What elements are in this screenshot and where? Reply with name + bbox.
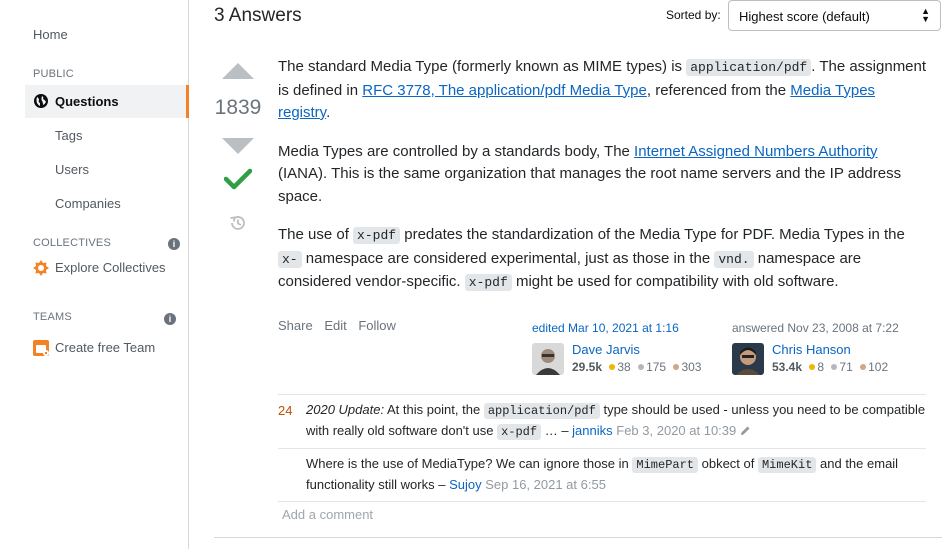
silver-badge-count: 71 (839, 360, 853, 374)
comment-user-link[interactable]: Sujoy (449, 477, 482, 492)
history-icon[interactable] (228, 213, 248, 233)
edited-date-link[interactable]: edited Mar 10, 2021 at 1:16 (532, 321, 679, 335)
inline-code: x- (278, 250, 302, 268)
text: Where is the use of MediaType? We can ig… (306, 456, 633, 471)
upvote-arrow-icon[interactable] (222, 63, 254, 79)
gold-badge-count: 8 (817, 360, 825, 374)
nav-create-team[interactable]: Create free Team (55, 340, 155, 355)
answer-paragraph: The use of x-pdf predates the standardiz… (278, 224, 928, 295)
text: might be used for compatibility with old… (511, 273, 839, 290)
teams-briefcase-icon (33, 340, 49, 356)
edit-link[interactable]: Edit (324, 318, 346, 333)
answer-divider (214, 537, 942, 538)
sort-select[interactable]: Highest score (default) ▲ ▼ (728, 0, 941, 31)
silver-badge-count: 175 (646, 360, 667, 374)
nav-companies[interactable]: Companies (55, 196, 121, 211)
comment: 24 2020 Update: At this point, the appli… (278, 394, 926, 448)
editor-reputation: 29.5k 38 175 303 (572, 360, 701, 374)
inline-code: x-pdf (464, 274, 512, 291)
left-sidebar: Home PUBLIC Questions Tags Users Compani… (0, 0, 189, 549)
text: . (326, 104, 331, 121)
nav-tags[interactable]: Tags (55, 128, 82, 143)
author-reputation: 53.4k 8 71 102 (772, 360, 888, 374)
answer-body: The standard Media Type (formerly known … (278, 56, 928, 311)
author-name-link[interactable]: Chris Hanson (772, 342, 851, 357)
text: … – (541, 423, 573, 438)
text: predates the standardization of the Medi… (400, 226, 905, 243)
comment: Where is the use of MediaType? We can ig… (278, 448, 926, 501)
post-menu: Share Edit Follow (278, 318, 404, 333)
info-icon[interactable]: i (164, 313, 176, 325)
inline-code: MimePart (632, 457, 698, 473)
comment-date[interactable]: Sep 16, 2021 at 6:55 (485, 477, 606, 492)
inline-code: MimeKit (757, 457, 817, 473)
bronze-badge-count: 303 (681, 360, 702, 374)
text: (IANA). This is the same organization th… (278, 165, 902, 205)
inline-code: vnd. (714, 250, 754, 268)
nav-questions-label: Questions (55, 94, 119, 109)
answer-paragraph: Media Types are controlled by a standard… (278, 141, 928, 209)
info-icon[interactable]: i (168, 238, 180, 250)
inline-code: application/pdf (686, 59, 812, 76)
pencil-edit-icon (740, 426, 750, 435)
comment-italic-text: 2020 Update: (306, 402, 385, 417)
rfc-3778-link[interactable]: RFC 3778, The application/pdf Media Type (362, 82, 647, 99)
inline-code: application/pdf (483, 403, 600, 419)
iana-link[interactable]: Internet Assigned Numbers Authority (634, 143, 877, 160)
comment-score: 24 (278, 403, 293, 418)
text: namespace are considered experimental, j… (301, 249, 715, 267)
downvote-arrow-icon[interactable] (222, 138, 254, 154)
globe-icon (34, 94, 48, 108)
reputation-score: 29.5k (572, 360, 603, 374)
nav-questions[interactable]: Questions (25, 85, 189, 118)
text: obkect of (698, 456, 758, 471)
silver-badge-icon (831, 364, 838, 370)
gold-badge-count: 38 (617, 360, 631, 374)
collectives-icon (33, 260, 49, 276)
follow-link[interactable]: Follow (358, 318, 396, 333)
text: , referenced from the (646, 81, 791, 99)
nav-users[interactable]: Users (55, 162, 89, 177)
nav-section-collectives: COLLECTIVES (33, 237, 112, 249)
sort-select-value: Highest score (default) (739, 9, 870, 24)
add-comment-link[interactable]: Add a comment (282, 507, 373, 522)
comment-date[interactable]: Feb 3, 2020 at 10:39 (616, 423, 736, 438)
gold-badge-icon (609, 364, 616, 370)
bronze-badge-icon (860, 364, 867, 370)
editor-name-link[interactable]: Dave Jarvis (572, 342, 640, 357)
nav-section-teams: TEAMS (33, 311, 72, 323)
reputation-score: 53.4k (772, 360, 803, 374)
text: The standard Media Type (formerly known … (278, 58, 687, 75)
avatar[interactable] (732, 343, 764, 375)
author-signature: answered Nov 23, 2008 at 7:22 Chris Hans… (732, 321, 922, 375)
answered-date: answered Nov 23, 2008 at 7:22 (732, 321, 899, 335)
answer-paragraph: The standard Media Type (formerly known … (278, 56, 928, 125)
gold-badge-icon (809, 364, 816, 370)
answers-count-heading: 3 Answers (214, 5, 302, 26)
bronze-badge-icon (673, 364, 680, 370)
nav-home[interactable]: Home (33, 27, 68, 42)
comment-user-link[interactable]: janniks (572, 423, 612, 438)
select-arrows-icon: ▲ ▼ (921, 6, 930, 24)
inline-code: x-pdf (497, 424, 542, 440)
sort-label: Sorted by: (666, 8, 721, 22)
share-link[interactable]: Share (278, 318, 313, 333)
silver-badge-icon (638, 364, 645, 370)
text: At this point, the (384, 402, 484, 417)
comments-divider (278, 501, 926, 502)
inline-code: x-pdf (353, 227, 401, 244)
avatar[interactable] (532, 343, 564, 375)
comments-list: 24 2020 Update: At this point, the appli… (278, 394, 926, 502)
accepted-checkmark-icon (224, 168, 252, 190)
vote-count: 1839 (214, 96, 262, 119)
nav-section-public: PUBLIC (33, 68, 74, 80)
text: The use of (278, 226, 354, 243)
bronze-badge-count: 102 (868, 360, 889, 374)
nav-explore-collectives[interactable]: Explore Collectives (55, 260, 166, 275)
editor-signature: edited Mar 10, 2021 at 1:16 Dave Jarvis … (532, 321, 722, 375)
text: Media Types are controlled by a standard… (278, 142, 635, 160)
